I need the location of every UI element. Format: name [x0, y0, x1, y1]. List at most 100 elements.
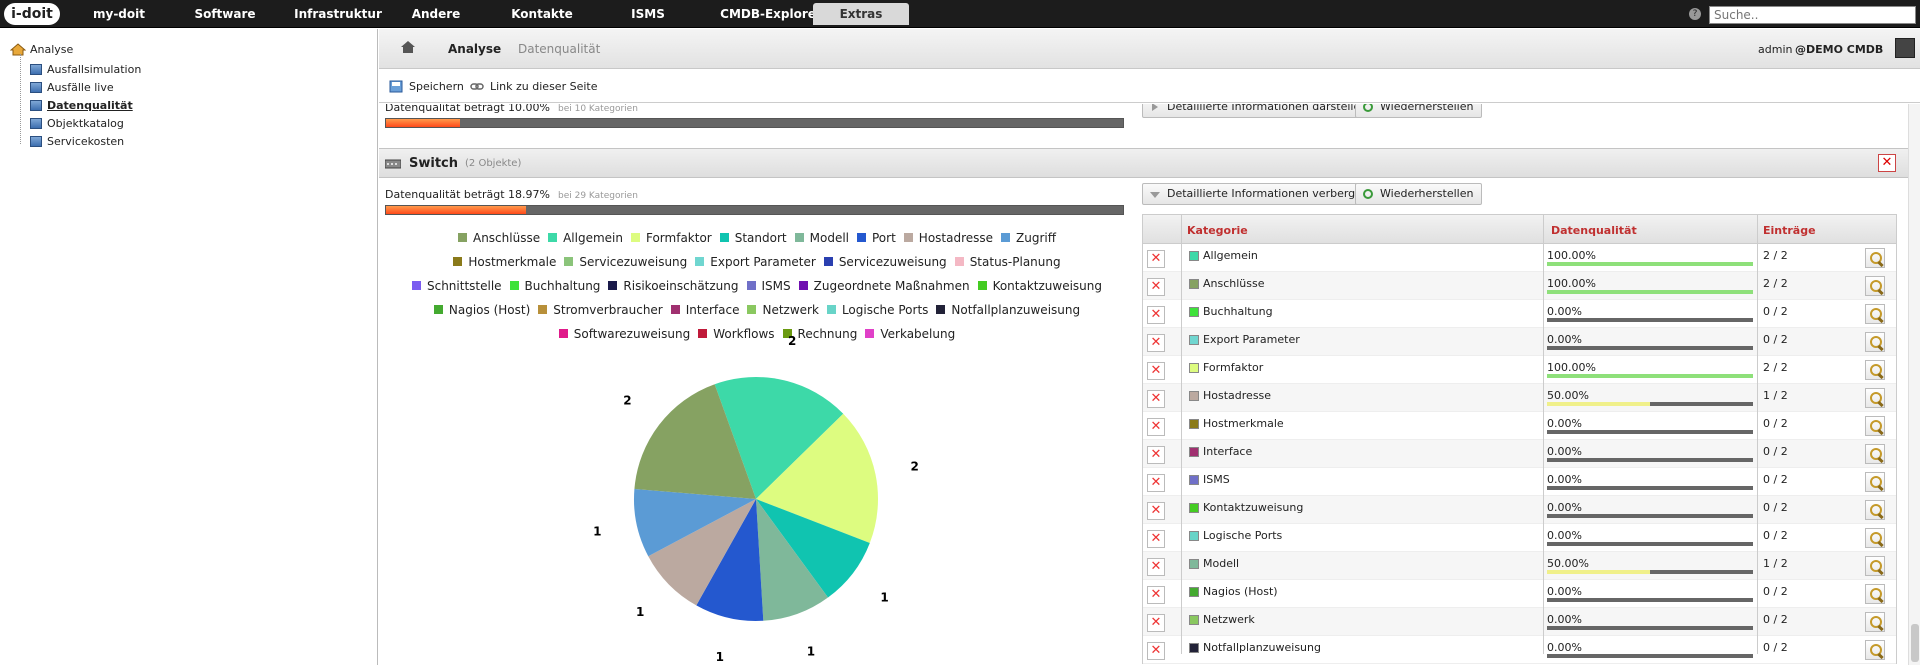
legend-label: Kontaktzuweisung: [992, 279, 1103, 293]
breadcrumb-analyse[interactable]: Analyse: [448, 42, 501, 56]
legend-swatch: [954, 257, 964, 266]
magnifier-icon[interactable]: [1865, 332, 1885, 352]
help-icon[interactable]: ?: [1689, 8, 1701, 20]
magnifier-icon[interactable]: [1865, 556, 1885, 576]
scrollbar-thumb[interactable]: [1911, 624, 1919, 662]
nav-isms[interactable]: ISMS: [612, 0, 684, 28]
nav-my-doit[interactable]: my-doit: [78, 0, 160, 28]
magnifier-icon[interactable]: [1865, 640, 1885, 660]
legend-item[interactable]: Export Parameter: [695, 250, 816, 274]
home-icon[interactable]: [401, 41, 415, 53]
column-header-datenqualitaet[interactable]: Datenqualität: [1551, 224, 1637, 237]
magnifier-icon[interactable]: [1865, 248, 1885, 268]
delete-icon[interactable]: ✕: [1147, 250, 1165, 268]
refresh-icon: [1363, 189, 1373, 199]
table-row[interactable]: ✕ Anschlüsse 100.00% 2 / 2: [1143, 272, 1896, 300]
sidebar-item-ausfallsimulation[interactable]: Ausfallsimulation: [30, 63, 141, 76]
magnifier-icon[interactable]: [1865, 416, 1885, 436]
magnifier-icon[interactable]: [1865, 528, 1885, 548]
table-row[interactable]: ✕ Buchhaltung 0.00% 0 / 2: [1143, 300, 1896, 328]
magnifier-icon[interactable]: [1865, 360, 1885, 380]
legend-item[interactable]: Hostmerkmale: [453, 250, 556, 274]
legend-item[interactable]: Hostadresse: [903, 226, 993, 250]
close-section-icon[interactable]: ✕: [1878, 154, 1896, 172]
legend-item[interactable]: Port: [857, 226, 896, 250]
magnifier-icon[interactable]: [1865, 472, 1885, 492]
legend-item[interactable]: Status-Planung: [954, 250, 1061, 274]
legend-item[interactable]: Anschlüsse: [457, 226, 540, 250]
table-row[interactable]: ✕ Allgemein 100.00% 2 / 2: [1143, 244, 1896, 272]
delete-icon[interactable]: ✕: [1147, 502, 1165, 520]
legend-item[interactable]: Servicezuweisung: [564, 250, 687, 274]
delete-icon[interactable]: ✕: [1147, 278, 1165, 296]
column-header-eintraege[interactable]: Einträge: [1763, 224, 1816, 237]
magnifier-icon[interactable]: [1865, 388, 1885, 408]
column-header-kategorie[interactable]: Kategorie: [1187, 224, 1248, 237]
show-details-button[interactable]: Detaillierte Informationen darstellen: [1142, 104, 1377, 118]
magnifier-icon[interactable]: [1865, 500, 1885, 520]
legend-item[interactable]: Servicezuweisung: [823, 250, 947, 274]
nav-extras[interactable]: Extras: [813, 3, 909, 25]
legend-item[interactable]: Standort: [719, 226, 787, 250]
sidebar-item-ausfaelle-live[interactable]: Ausfälle live: [30, 81, 114, 94]
category-color-swatch: [1189, 279, 1199, 289]
legend-swatch: [798, 281, 808, 290]
legend-item[interactable]: Allgemein: [548, 226, 623, 250]
nav-andere[interactable]: Andere: [400, 0, 472, 28]
user-name[interactable]: admin: [1758, 43, 1792, 56]
table-row[interactable]: ✕ Interface 0.00% 0 / 2: [1143, 440, 1896, 468]
delete-icon[interactable]: ✕: [1147, 306, 1165, 324]
search-input[interactable]: [1709, 6, 1916, 24]
delete-icon[interactable]: ✕: [1147, 614, 1165, 632]
delete-icon[interactable]: ✕: [1147, 446, 1165, 464]
entries-value: 0 / 2: [1763, 529, 1788, 542]
sidebar-item-datenqualitaet[interactable]: Datenqualität: [30, 99, 133, 112]
delete-icon[interactable]: ✕: [1147, 474, 1165, 492]
hide-details-button[interactable]: Detaillierte Informationen verbergen: [1142, 183, 1378, 205]
delete-icon[interactable]: ✕: [1147, 642, 1165, 660]
magnifier-icon[interactable]: [1865, 444, 1885, 464]
table-row[interactable]: ✕ Hostmerkmale 0.00% 0 / 2: [1143, 412, 1896, 440]
idoit-logo[interactable]: i-doit: [4, 3, 60, 25]
table-row[interactable]: ✕ Formfaktor 100.00% 2 / 2: [1143, 356, 1896, 384]
table-row[interactable]: ✕ Netzwerk 0.00% 0 / 2: [1143, 608, 1896, 636]
magnifier-icon[interactable]: [1865, 612, 1885, 632]
nav-kontakte[interactable]: Kontakte: [492, 0, 592, 28]
table-row[interactable]: ✕ Nagios (Host) 0.00% 0 / 2: [1143, 580, 1896, 608]
legend-item[interactable]: Modell: [794, 226, 849, 250]
avatar[interactable]: [1895, 38, 1915, 58]
magnifier-icon[interactable]: [1865, 584, 1885, 604]
delete-icon[interactable]: ✕: [1147, 362, 1165, 380]
delete-icon[interactable]: ✕: [1147, 334, 1165, 352]
delete-icon[interactable]: ✕: [1147, 586, 1165, 604]
table-row[interactable]: ✕ Notfallplanzuweisung 0.00% 0 / 2: [1143, 636, 1896, 664]
table-row[interactable]: ✕ ISMS 0.00% 0 / 2: [1143, 468, 1896, 496]
pie-data-label: 2: [911, 459, 919, 473]
table-row[interactable]: ✕ Export Parameter 0.00% 0 / 2: [1143, 328, 1896, 356]
legend-item[interactable]: Zugriff: [1001, 226, 1056, 250]
nav-infrastruktur[interactable]: Infrastruktur: [283, 0, 393, 28]
section-title: Switch: [409, 156, 459, 171]
delete-icon[interactable]: ✕: [1147, 390, 1165, 408]
delete-icon[interactable]: ✕: [1147, 530, 1165, 548]
delete-icon[interactable]: ✕: [1147, 418, 1165, 436]
legend-item[interactable]: Formfaktor: [630, 226, 712, 250]
table-row[interactable]: ✕ Hostadresse 50.00% 1 / 2: [1143, 384, 1896, 412]
magnifier-icon[interactable]: [1865, 276, 1885, 296]
quality-mini-bar: [1547, 374, 1753, 378]
page-link-button[interactable]: Link zu dieser Seite: [470, 80, 597, 93]
save-button[interactable]: Speichern: [389, 80, 464, 93]
tenant-name[interactable]: @DEMO CMDB: [1795, 43, 1883, 56]
table-row[interactable]: ✕ Kontaktzuweisung 0.00% 0 / 2: [1143, 496, 1896, 524]
delete-icon[interactable]: ✕: [1147, 558, 1165, 576]
restore-button[interactable]: Wiederherstellen: [1355, 183, 1483, 205]
table-row[interactable]: ✕ Modell 50.00% 1 / 2: [1143, 552, 1896, 580]
sidebar-item-objektkatalog[interactable]: Objektkatalog: [30, 117, 124, 130]
magnifier-icon[interactable]: [1865, 304, 1885, 324]
table-row[interactable]: ✕ Logische Ports 0.00% 0 / 2: [1143, 524, 1896, 552]
scrollbar[interactable]: [1908, 104, 1920, 665]
restore-button-prev[interactable]: Wiederherstellen: [1355, 104, 1483, 118]
sidebar-item-servicekosten[interactable]: Servicekosten: [30, 135, 124, 148]
nav-software[interactable]: Software: [180, 0, 270, 28]
section-header-switch[interactable]: Switch (2 Objekte) ✕: [379, 148, 1908, 178]
